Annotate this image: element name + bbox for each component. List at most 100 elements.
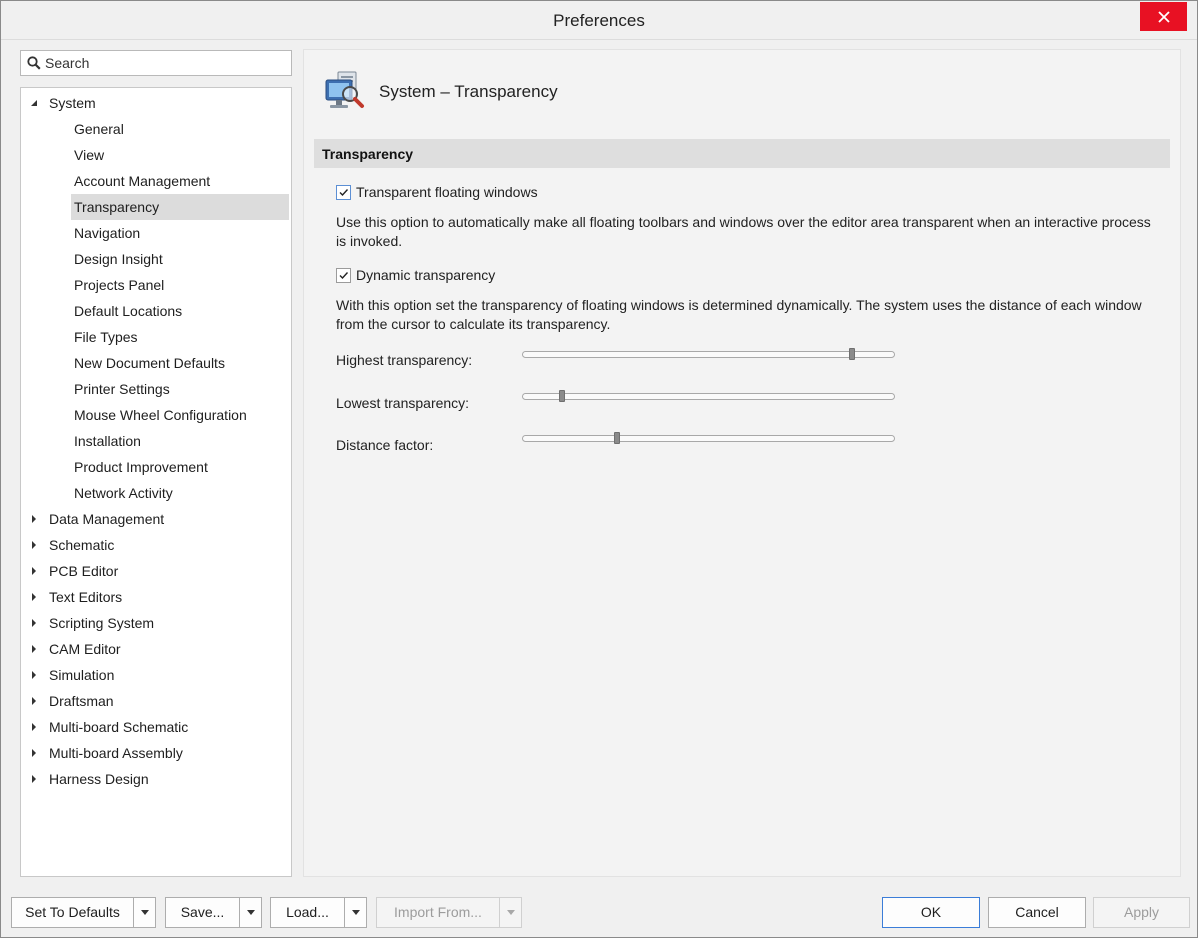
slider-thumb[interactable]	[559, 390, 565, 402]
option-description: With this option set the transparency of…	[336, 297, 1142, 332]
ok-button[interactable]: OK	[882, 897, 980, 928]
expand-icon	[29, 740, 39, 766]
tree-item-printer-settings[interactable]: Printer Settings	[21, 376, 291, 402]
window-title: Preferences	[553, 11, 645, 30]
close-icon	[1157, 10, 1170, 23]
tree-item-product-improvement[interactable]: Product Improvement	[21, 454, 291, 480]
tree-item-label: General	[74, 121, 124, 137]
set-to-defaults-label[interactable]: Set To Defaults	[12, 898, 133, 927]
lowest-transparency-label: Lowest transparency:	[336, 395, 470, 411]
tree-item-file-types[interactable]: File Types	[21, 324, 291, 350]
tree-item-label: Transparency	[74, 199, 160, 215]
tree-item-data-management[interactable]: Data Management	[21, 506, 291, 532]
slider-track	[522, 435, 895, 442]
import-from-label: Import From...	[394, 904, 482, 920]
expand-icon	[29, 506, 39, 532]
slider-thumb[interactable]	[614, 432, 620, 444]
cancel-button[interactable]: Cancel	[988, 897, 1086, 928]
tree-item-label: Draftsman	[49, 693, 114, 709]
tree-item-label: Design Insight	[74, 251, 163, 267]
tree-item-label: Printer Settings	[74, 381, 170, 397]
tree-item-projects-panel[interactable]: Projects Panel	[21, 272, 291, 298]
checkbox-box[interactable]	[336, 267, 351, 283]
tree-item-label: Installation	[74, 433, 141, 449]
expand-icon	[29, 532, 39, 558]
caret-down-icon	[246, 910, 255, 915]
expand-icon	[29, 766, 39, 792]
slider-thumb[interactable]	[849, 348, 855, 360]
lowest-transparency-slider[interactable]	[522, 389, 895, 403]
save-dropdown[interactable]	[239, 898, 261, 927]
load-label[interactable]: Load...	[271, 898, 344, 927]
button-bar: Set To Defaults Save... Load... Import F…	[1, 887, 1197, 937]
highest-transparency-label: Highest transparency:	[336, 352, 473, 368]
tree-item-installation[interactable]: Installation	[21, 428, 291, 454]
expand-icon	[29, 688, 39, 714]
tree-item-new-document-defaults[interactable]: New Document Defaults	[21, 350, 291, 376]
apply-label: Apply	[1123, 904, 1160, 920]
tree-item-transparency[interactable]: Transparency	[71, 194, 289, 220]
apply-button[interactable]: Apply	[1093, 897, 1190, 928]
caret-down-icon	[140, 910, 149, 915]
tree-item-design-insight[interactable]: Design Insight	[21, 246, 291, 272]
tree-item-label: Projects Panel	[74, 277, 165, 293]
tree-item-label: Data Management	[49, 511, 165, 527]
import-from-button[interactable]: Import From...	[376, 897, 522, 928]
distance-factor-label: Distance factor:	[336, 437, 434, 453]
tree-item-account-management[interactable]: Account Management	[21, 168, 291, 194]
checkbox-box[interactable]	[336, 184, 351, 200]
close-button[interactable]	[1140, 2, 1187, 31]
slider-track	[522, 351, 895, 358]
tree-item-mouse-wheel-configuration[interactable]: Mouse Wheel Configuration	[21, 402, 291, 428]
tree-item-navigation[interactable]: Navigation	[21, 220, 291, 246]
tree-item-simulation[interactable]: Simulation	[21, 662, 291, 688]
load-dropdown[interactable]	[344, 898, 366, 927]
tree-item-label: Mouse Wheel Configuration	[74, 407, 247, 423]
distance-factor-slider[interactable]	[522, 431, 895, 445]
tree-item-multi-board-assembly[interactable]: Multi-board Assembly	[21, 740, 291, 766]
load-button[interactable]: Load...	[270, 897, 367, 928]
checkmark-icon	[339, 188, 349, 196]
tree-item-draftsman[interactable]: Draftsman	[21, 688, 291, 714]
tree-item-label: View	[74, 147, 105, 163]
tree-item-schematic[interactable]: Schematic	[21, 532, 291, 558]
slider-track	[522, 393, 895, 400]
save-button[interactable]: Save...	[165, 897, 262, 928]
tree-item-cam-editor[interactable]: CAM Editor	[21, 636, 291, 662]
collapse-icon	[29, 90, 39, 116]
tree-item-label: Product Improvement	[74, 459, 208, 475]
tree-item-label: Default Locations	[74, 303, 183, 319]
dynamic-transparency-checkbox[interactable]: Dynamic transparency	[336, 265, 495, 285]
tree-item-label: Simulation	[49, 667, 115, 683]
tree-item-text-editors[interactable]: Text Editors	[21, 584, 291, 610]
tree-item-pcb-editor[interactable]: PCB Editor	[21, 558, 291, 584]
navigation-panel: System General View Account Management T…	[11, 41, 294, 886]
tree-item-label: Schematic	[49, 537, 115, 553]
page-header: System – Transparency	[324, 70, 558, 114]
option-description: Use this option to automatically make al…	[336, 214, 1151, 249]
search-input[interactable]	[45, 52, 285, 74]
tree-item-default-locations[interactable]: Default Locations	[21, 298, 291, 324]
set-to-defaults-dropdown[interactable]	[133, 898, 155, 927]
checkmark-icon	[339, 271, 349, 279]
tree-item-label: PCB Editor	[49, 563, 119, 579]
tree-item-scripting-system[interactable]: Scripting System	[21, 610, 291, 636]
import-from-dropdown[interactable]	[499, 898, 521, 927]
tree-item-network-activity[interactable]: Network Activity	[21, 480, 291, 506]
set-to-defaults-button[interactable]: Set To Defaults	[11, 897, 156, 928]
tree-item-harness-design[interactable]: Harness Design	[21, 766, 291, 792]
tree-item-label: Text Editors	[49, 589, 123, 605]
transparent-floating-windows-checkbox[interactable]: Transparent floating windows	[336, 182, 538, 202]
save-label[interactable]: Save...	[166, 898, 239, 927]
tree-item-label: Network Activity	[74, 485, 173, 501]
tree-item-multi-board-schematic[interactable]: Multi-board Schematic	[21, 714, 291, 740]
tree-item-system[interactable]: System	[21, 90, 291, 116]
settings-panel: System – Transparency Transparency Trans…	[303, 49, 1181, 877]
highest-transparency-slider[interactable]	[522, 347, 895, 361]
tree-item-general[interactable]: General	[21, 116, 291, 142]
preferences-tree: System General View Account Management T…	[20, 87, 292, 877]
tree-item-label: Navigation	[74, 225, 141, 241]
tree-item-label: Multi-board Schematic	[49, 719, 189, 735]
tree-item-view[interactable]: View	[21, 142, 291, 168]
system-transparency-icon	[324, 70, 370, 114]
